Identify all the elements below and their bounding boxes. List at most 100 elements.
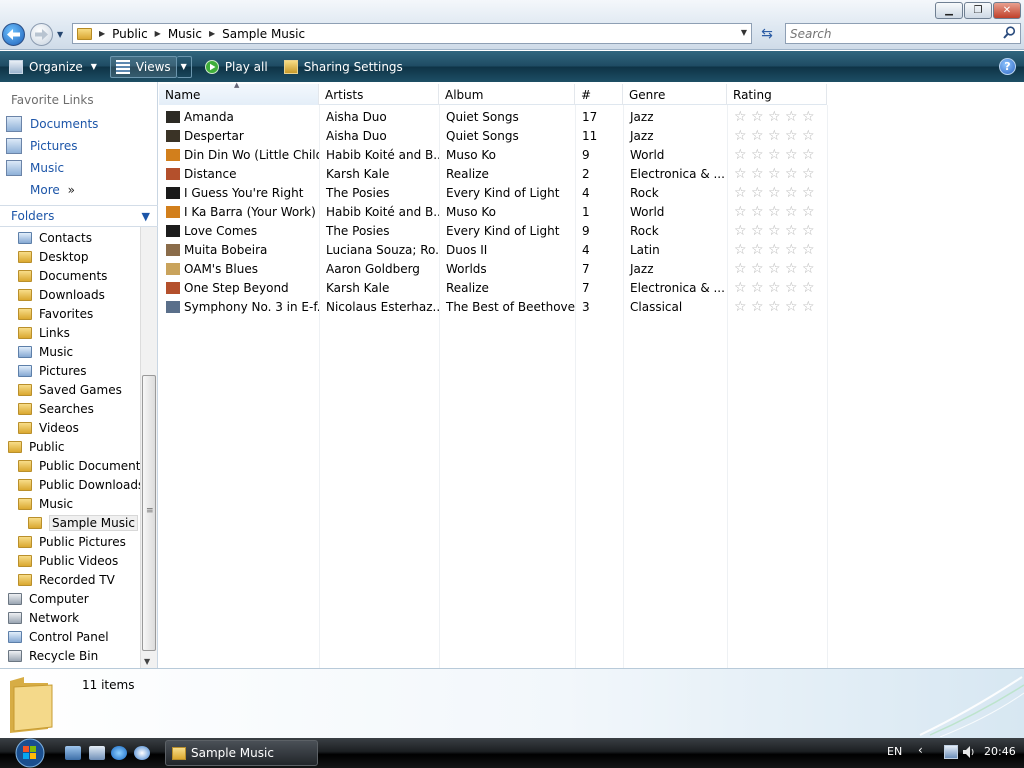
- views-button[interactable]: Views: [109, 55, 177, 78]
- rating-stars[interactable]: ☆ ☆ ☆ ☆ ☆: [727, 281, 819, 295]
- star-icon[interactable]: ☆: [768, 129, 785, 143]
- rating-stars[interactable]: ☆ ☆ ☆ ☆ ☆: [727, 110, 819, 124]
- views-dropdown-button[interactable]: ▼: [176, 55, 192, 78]
- rating-stars[interactable]: ☆ ☆ ☆ ☆ ☆: [727, 262, 819, 276]
- tree-item-downloads[interactable]: Downloads: [18, 286, 105, 304]
- star-icon[interactable]: ☆: [751, 300, 768, 314]
- tree-scrollbar[interactable]: ≡ ▼: [140, 227, 157, 668]
- tree-item-sample-music[interactable]: Sample Music: [28, 514, 138, 532]
- rating-stars[interactable]: ☆ ☆ ☆ ☆ ☆: [727, 148, 819, 162]
- star-icon[interactable]: ☆: [768, 300, 785, 314]
- favorite-link-pictures[interactable]: Pictures: [6, 138, 78, 154]
- breadcrumb-arrow-icon[interactable]: ▶: [99, 29, 105, 38]
- table-row[interactable]: Despertar Aisha Duo Quiet Songs 11 Jazz ☆ ☆ ☆ ☆ ☆: [159, 126, 827, 145]
- star-icon[interactable]: ☆: [768, 167, 785, 181]
- star-icon[interactable]: ☆: [802, 186, 819, 200]
- star-icon[interactable]: ☆: [768, 281, 785, 295]
- table-row[interactable]: Symphony No. 3 in E-f... Nicolaus Esterha…: [159, 297, 827, 316]
- breadcrumb-arrow-icon[interactable]: ▶: [209, 29, 215, 38]
- rating-stars[interactable]: ☆ ☆ ☆ ☆ ☆: [727, 186, 819, 200]
- switch-windows-icon[interactable]: [89, 746, 105, 760]
- table-row[interactable]: OAM's Blues Aaron Goldberg Worlds 7 Jazz ☆ ☆ ☆ ☆…: [159, 259, 827, 278]
- tree-item-favorites[interactable]: Favorites: [18, 305, 93, 323]
- rating-stars[interactable]: ☆ ☆ ☆ ☆ ☆: [727, 167, 819, 181]
- network-tray-icon[interactable]: [944, 745, 958, 759]
- tree-item-network[interactable]: Network: [8, 609, 79, 627]
- table-row[interactable]: Din Din Wo (Little Child) Habib Koité and…: [159, 145, 827, 164]
- star-icon[interactable]: ☆: [785, 205, 802, 219]
- tray-expand-icon[interactable]: ‹: [918, 743, 923, 757]
- forward-button[interactable]: [30, 23, 53, 46]
- star-icon[interactable]: ☆: [751, 186, 768, 200]
- tree-item-public-music[interactable]: Music: [18, 495, 73, 513]
- maximize-button[interactable]: ❐: [964, 2, 992, 19]
- star-icon[interactable]: ☆: [802, 300, 819, 314]
- sharing-settings-button[interactable]: Sharing Settings: [279, 56, 408, 78]
- organize-button[interactable]: Organize ▼: [4, 56, 102, 78]
- more-favorites-link[interactable]: More »: [30, 183, 75, 197]
- star-icon[interactable]: ☆: [785, 186, 802, 200]
- star-icon[interactable]: ☆: [768, 148, 785, 162]
- star-icon[interactable]: ☆: [734, 262, 751, 276]
- star-icon[interactable]: ☆: [751, 224, 768, 238]
- star-icon[interactable]: ☆: [785, 129, 802, 143]
- tree-item-public-downloads[interactable]: Public Downloads: [18, 476, 142, 494]
- internet-explorer-icon[interactable]: [111, 746, 127, 760]
- star-icon[interactable]: ☆: [734, 167, 751, 181]
- volume-icon[interactable]: [962, 745, 976, 759]
- star-icon[interactable]: ☆: [802, 262, 819, 276]
- star-icon[interactable]: ☆: [734, 129, 751, 143]
- play-all-button[interactable]: Play all: [200, 56, 273, 78]
- column-header-artists[interactable]: Artists: [319, 84, 439, 105]
- star-icon[interactable]: ☆: [768, 186, 785, 200]
- tree-item-control-panel[interactable]: Control Panel: [8, 628, 109, 646]
- star-icon[interactable]: ☆: [785, 262, 802, 276]
- refresh-button[interactable]: ⇆: [756, 24, 778, 43]
- recent-pages-dropdown[interactable]: ▼: [57, 30, 63, 39]
- star-icon[interactable]: ☆: [768, 110, 785, 124]
- star-icon[interactable]: ☆: [734, 281, 751, 295]
- star-icon[interactable]: ☆: [734, 148, 751, 162]
- scroll-down-icon[interactable]: ▼: [144, 657, 150, 666]
- start-button[interactable]: [8, 738, 52, 768]
- star-icon[interactable]: ☆: [768, 262, 785, 276]
- star-icon[interactable]: ☆: [785, 110, 802, 124]
- star-icon[interactable]: ☆: [768, 224, 785, 238]
- minimize-button[interactable]: ▁: [935, 2, 963, 19]
- table-row[interactable]: One Step Beyond Karsh Kale Realize 7 Electro…: [159, 278, 827, 297]
- star-icon[interactable]: ☆: [734, 300, 751, 314]
- column-header-name[interactable]: ▲ Name: [159, 81, 319, 105]
- tree-item-public-pictures[interactable]: Public Pictures: [18, 533, 126, 551]
- search-input[interactable]: [786, 24, 996, 43]
- tree-item-pictures[interactable]: Pictures: [18, 362, 87, 380]
- tree-item-saved-games[interactable]: Saved Games: [18, 381, 122, 399]
- tree-item-recycle-bin[interactable]: Recycle Bin: [8, 647, 98, 665]
- back-button[interactable]: [2, 23, 25, 46]
- star-icon[interactable]: ☆: [802, 167, 819, 181]
- star-icon[interactable]: ☆: [751, 148, 768, 162]
- star-icon[interactable]: ☆: [802, 243, 819, 257]
- breadcrumb-public[interactable]: Public: [112, 27, 148, 41]
- tree-item-recorded-tv[interactable]: Recorded TV: [18, 571, 115, 589]
- favorite-link-music[interactable]: Music: [6, 160, 64, 176]
- scrollbar-thumb[interactable]: ≡: [142, 375, 156, 651]
- table-row[interactable]: I Ka Barra (Your Work) Habib Koité and B.…: [159, 202, 827, 221]
- column-header-number[interactable]: #: [575, 84, 623, 105]
- clock[interactable]: 20:46: [984, 745, 1016, 758]
- tree-item-desktop[interactable]: Desktop: [18, 248, 89, 266]
- star-icon[interactable]: ☆: [734, 224, 751, 238]
- tree-item-searches[interactable]: Searches: [18, 400, 94, 418]
- tree-item-public-videos[interactable]: Public Videos: [18, 552, 118, 570]
- star-icon[interactable]: ☆: [768, 205, 785, 219]
- rating-stars[interactable]: ☆ ☆ ☆ ☆ ☆: [727, 129, 819, 143]
- tree-item-computer[interactable]: Computer: [8, 590, 89, 608]
- media-player-icon[interactable]: [134, 746, 150, 760]
- star-icon[interactable]: ☆: [802, 148, 819, 162]
- star-icon[interactable]: ☆: [802, 224, 819, 238]
- star-icon[interactable]: ☆: [734, 186, 751, 200]
- rating-stars[interactable]: ☆ ☆ ☆ ☆ ☆: [727, 300, 819, 314]
- tree-item-music[interactable]: Music: [18, 343, 73, 361]
- table-row[interactable]: Amanda Aisha Duo Quiet Songs 17 Jazz ☆ ☆ ☆ ☆ ☆: [159, 107, 827, 126]
- table-row[interactable]: Distance Karsh Kale Realize 2 Electronica & …: [159, 164, 827, 183]
- star-icon[interactable]: ☆: [734, 243, 751, 257]
